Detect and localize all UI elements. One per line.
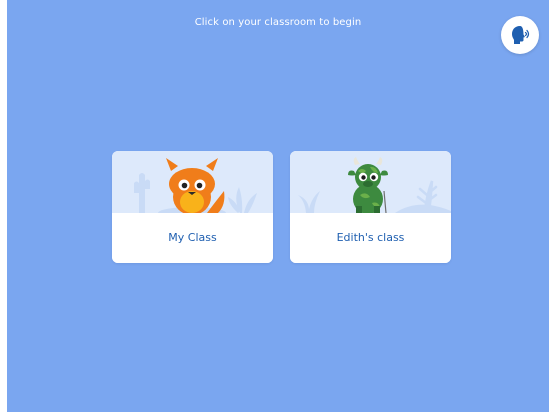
cactus-icon bbox=[134, 173, 150, 213]
page-prompt: Click on your classroom to begin bbox=[194, 17, 362, 28]
grass-icon bbox=[298, 191, 320, 213]
leaf-icon bbox=[228, 187, 257, 213]
classroom-card-ediths-class[interactable]: Edith's class bbox=[290, 151, 451, 263]
classroom-card-illustration bbox=[290, 151, 451, 215]
classroom-name: Edith's class bbox=[290, 213, 451, 263]
classroom-name: My Class bbox=[112, 213, 273, 263]
fox-monster-icon bbox=[166, 158, 225, 215]
speaking-head-icon bbox=[512, 26, 530, 44]
green-monster-icon bbox=[348, 157, 388, 214]
classroom-card-illustration bbox=[112, 151, 273, 219]
classroom-card-my-class[interactable]: My Class bbox=[112, 151, 273, 263]
voice-button[interactable] bbox=[501, 16, 539, 54]
classroom-select-screen: Click on your classroom to begin My Clas… bbox=[7, 0, 549, 412]
